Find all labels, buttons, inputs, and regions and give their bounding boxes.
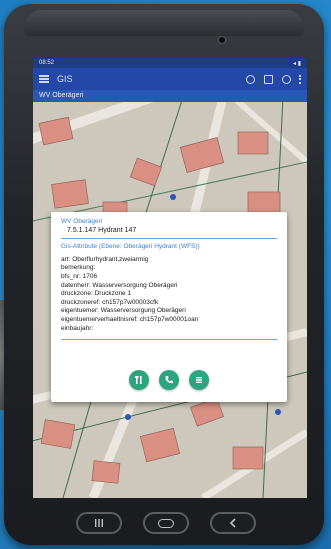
popup-header-layer: WV Oberägeri	[61, 218, 103, 225]
android-nav-bar	[76, 510, 256, 536]
status-icons: ◂ ▮	[293, 60, 301, 67]
phone-icon	[165, 376, 173, 384]
home-button[interactable]	[143, 512, 189, 534]
attribute-row: bfs_nr: 1706	[61, 272, 98, 280]
tablet-screen: 08:52 ◂ ▮ GIS WV Oberägeri WV Oberägeri …	[33, 58, 307, 498]
divider	[61, 238, 277, 240]
call-button[interactable]	[159, 370, 179, 390]
attribute-row: druckzone: Druckzone 1	[61, 290, 132, 298]
hamburger-menu-icon[interactable]	[39, 75, 49, 83]
divider	[61, 339, 277, 341]
sub-bar-title: WV Oberägeri	[39, 92, 84, 99]
back-icon	[229, 518, 236, 528]
status-time: 08:52	[39, 60, 55, 66]
app-bar: GIS	[33, 68, 307, 90]
popup-feature-id: 7.5.1.147 Hydrant 147	[67, 226, 137, 234]
app-title: GIS	[57, 74, 73, 84]
tablet-bumper	[24, 10, 304, 36]
popup-header-attributes: Gis-Attribute (Ebene: Oberägeri Hydrant …	[61, 243, 200, 251]
status-bar: 08:52 ◂ ▮	[33, 58, 307, 68]
tablet-device: 08:52 ◂ ▮ GIS WV Oberägeri WV Oberägeri …	[4, 4, 324, 545]
recent-apps-button[interactable]	[76, 512, 122, 534]
attribute-row: datenherr: Wasserversorgung Oberägeri	[61, 281, 178, 289]
attribute-row: bemerkung:	[61, 264, 96, 272]
refresh-icon[interactable]	[282, 74, 291, 84]
recent-apps-icon	[95, 519, 103, 527]
list-icon	[196, 377, 202, 383]
sub-bar: WV Oberägeri	[33, 90, 307, 102]
attribute-row: einbaujahr:	[61, 324, 94, 332]
attribute-row: eigentuemer: Wasserversorgung Oberägeri	[61, 307, 186, 315]
locate-icon[interactable]	[246, 74, 255, 84]
popup-actions	[51, 370, 287, 390]
back-button[interactable]	[210, 512, 256, 534]
attribute-row: art: Oberflurhydrant,zweiarmig	[61, 255, 149, 263]
list-button[interactable]	[189, 370, 209, 390]
tools-icon	[135, 376, 142, 384]
attribute-row: druckzoneref: ch157p7w00003cfk	[61, 298, 159, 306]
attribute-row: eigentuemerverhaeltnisref: ch157p7w00001…	[61, 315, 199, 323]
home-icon	[158, 518, 174, 528]
overflow-menu-icon[interactable]	[299, 74, 301, 84]
tools-button[interactable]	[129, 370, 149, 390]
feature-info-popup: WV Oberägeri 7.5.1.147 Hydrant 147 Gis-A…	[51, 212, 287, 402]
map-layers-icon[interactable]	[264, 74, 273, 84]
camera-icon	[218, 36, 226, 44]
